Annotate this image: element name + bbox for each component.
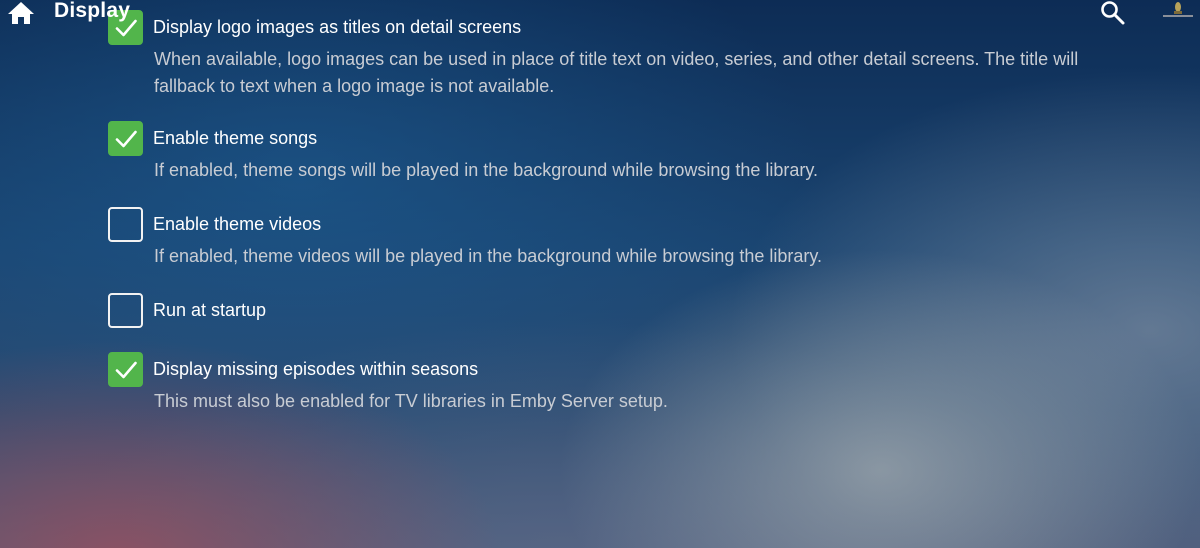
setting-description: If enabled, theme songs will be played i… [154,160,819,180]
user-avatar[interactable] [1160,0,1196,20]
header-bar: Display [0,0,1200,28]
search-icon[interactable] [1099,0,1127,26]
checkmark-icon [115,130,137,148]
setting-description: When available, logo images can be used … [154,49,1079,96]
setting-label: Enable theme videos [153,214,322,234]
setting-description: If enabled, theme videos will be played … [154,246,823,266]
setting-label: Enable theme songs [153,128,318,148]
theme-songs-checkbox[interactable] [108,121,143,156]
run-at-startup-checkbox[interactable] [108,293,143,328]
missing-episodes-checkbox[interactable] [108,352,143,387]
setting-description: This must also be enabled for TV librari… [154,391,668,411]
page-title: Display [54,0,131,22]
checkmark-icon [115,361,137,379]
setting-label: Run at startup [153,300,267,320]
home-icon[interactable] [6,0,36,26]
theme-videos-checkbox[interactable] [108,207,143,242]
setting-label: Display missing episodes within seasons [153,359,479,379]
